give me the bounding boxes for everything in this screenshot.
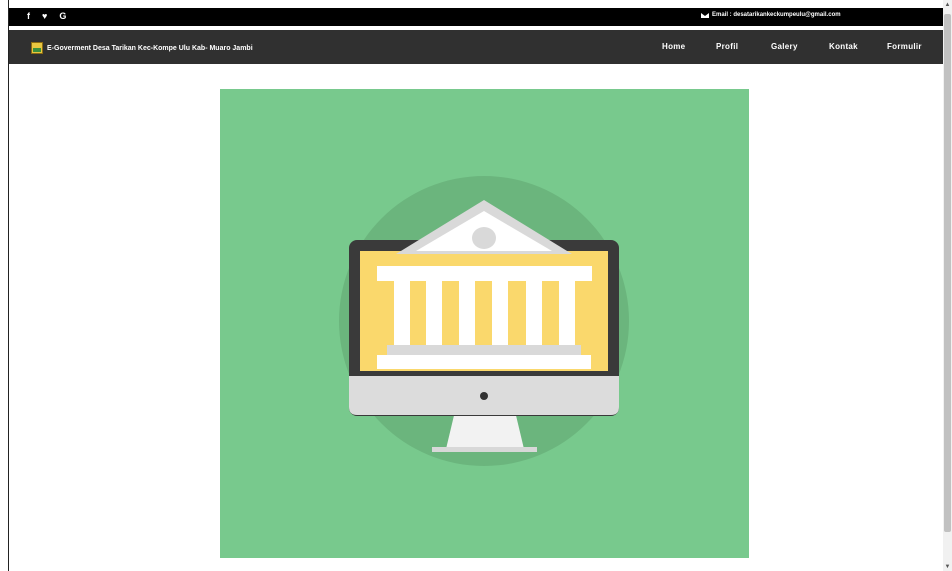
nav-formulir[interactable]: Formulir xyxy=(887,42,922,51)
brand-title: E-Goverment Desa Tarikan Kec-Kompe Ulu K… xyxy=(47,44,253,52)
main-navbar: E-Goverment Desa Tarikan Kec-Kompe Ulu K… xyxy=(9,30,943,64)
email-contact[interactable]: Email : desatarikankeckumpeulu@gmail.com xyxy=(701,12,841,18)
scroll-thumb[interactable] xyxy=(944,14,951,532)
building-step-bottom xyxy=(377,355,591,369)
building-step-top xyxy=(387,345,581,355)
top-bar: f ♥ G Email : desatarikankeckumpeulu@gma… xyxy=(9,8,943,26)
scroll-up-icon[interactable]: ▲ xyxy=(943,0,952,9)
social-links: f ♥ G xyxy=(27,11,66,21)
email-text: Email : desatarikankeckumpeulu@gmail.com xyxy=(712,12,841,18)
twitter-icon[interactable]: ♥ xyxy=(42,11,47,21)
nav-profil[interactable]: Profil xyxy=(716,42,738,51)
scroll-down-icon[interactable]: ▼ xyxy=(943,562,952,571)
nav-kontak[interactable]: Kontak xyxy=(829,42,858,51)
hero-image xyxy=(220,89,749,558)
monitor-base xyxy=(432,447,537,452)
google-icon[interactable]: G xyxy=(59,11,66,21)
e-government-illustration xyxy=(339,176,629,466)
vertical-scrollbar[interactable]: ▲ ▼ xyxy=(943,0,952,571)
monitor-button xyxy=(480,392,488,400)
nav-home[interactable]: Home xyxy=(662,42,685,51)
envelope-icon xyxy=(701,12,709,18)
building-emblem xyxy=(472,227,496,249)
brand[interactable]: E-Goverment Desa Tarikan Kec-Kompe Ulu K… xyxy=(31,42,253,54)
page: f ♥ G Email : desatarikankeckumpeulu@gma… xyxy=(9,0,943,571)
logo-icon xyxy=(31,42,43,54)
building-entablature xyxy=(377,266,592,281)
facebook-icon[interactable]: f xyxy=(27,11,30,21)
nav-galery[interactable]: Galery xyxy=(771,42,798,51)
